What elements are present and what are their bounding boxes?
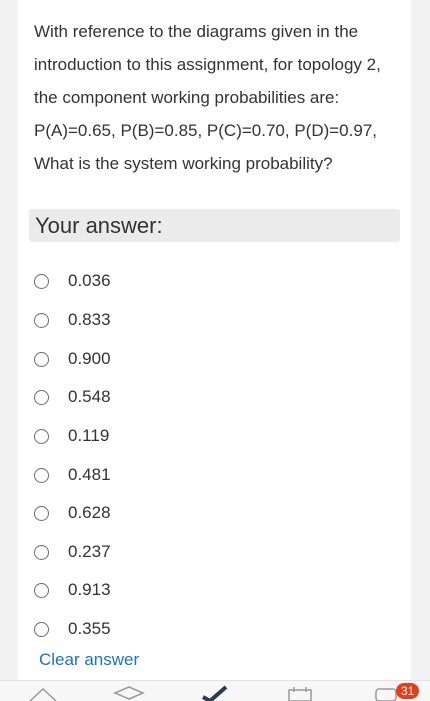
radio-button[interactable] — [34, 582, 49, 598]
option-row[interactable]: 0.355 — [18, 610, 411, 648]
option-label: 0.913 — [68, 580, 111, 599]
clear-answer-link[interactable]: Clear answer — [39, 650, 139, 670]
question-line: With reference to the diagrams given in … — [34, 22, 359, 41]
bottom-nav-bar — [0, 680, 430, 701]
option-label: 0.237 — [68, 542, 111, 561]
graduation-cap-icon[interactable] — [113, 685, 145, 701]
question-line: What is the system working probability? — [34, 154, 333, 173]
question-line: introduction to this assignment, for top… — [34, 55, 381, 74]
question-card: With reference to the diagrams given in … — [18, 0, 411, 680]
calendar-icon[interactable] — [287, 685, 313, 701]
radio-button[interactable] — [34, 351, 49, 367]
answer-label: Your answer: — [35, 212, 163, 238]
question-line: P(A)=0.65, P(B)=0.85, P(C)=0.70, P(D)=0.… — [34, 121, 377, 140]
radio-button[interactable] — [34, 621, 49, 637]
option-row[interactable]: 0.913 — [18, 571, 411, 609]
radio-button[interactable] — [34, 273, 49, 289]
radio-button[interactable] — [34, 467, 49, 483]
checkmark-icon[interactable] — [200, 685, 230, 701]
radio-button[interactable] — [34, 428, 49, 444]
option-label: 0.355 — [68, 619, 111, 638]
radio-button[interactable] — [34, 505, 49, 521]
inbox-icon[interactable] — [374, 685, 398, 701]
option-row[interactable]: 0.548 — [18, 378, 411, 416]
question-line: the component working probabilities are: — [34, 88, 340, 107]
option-row[interactable]: 0.036 — [18, 262, 411, 300]
option-row[interactable]: 0.628 — [18, 494, 411, 532]
option-label: 0.036 — [68, 271, 111, 290]
option-row[interactable]: 0.119 — [18, 417, 411, 455]
question-text: With reference to the diagrams given in … — [34, 15, 406, 180]
option-row[interactable]: 0.900 — [18, 340, 411, 378]
notification-badge: 31 — [396, 683, 420, 699]
option-row[interactable]: 0.481 — [18, 456, 411, 494]
radio-button[interactable] — [34, 389, 49, 405]
option-label: 0.548 — [68, 387, 111, 406]
option-label: 0.628 — [68, 503, 111, 522]
answer-header: Your answer: — [29, 209, 400, 242]
option-label: 0.481 — [68, 465, 111, 484]
radio-button[interactable] — [34, 544, 49, 560]
option-label: 0.900 — [68, 349, 111, 368]
home-icon[interactable] — [28, 685, 58, 701]
option-row[interactable]: 0.833 — [18, 301, 411, 339]
option-label: 0.119 — [68, 426, 110, 445]
radio-button[interactable] — [34, 312, 49, 328]
option-row[interactable]: 0.237 — [18, 533, 411, 571]
option-label: 0.833 — [68, 310, 111, 329]
